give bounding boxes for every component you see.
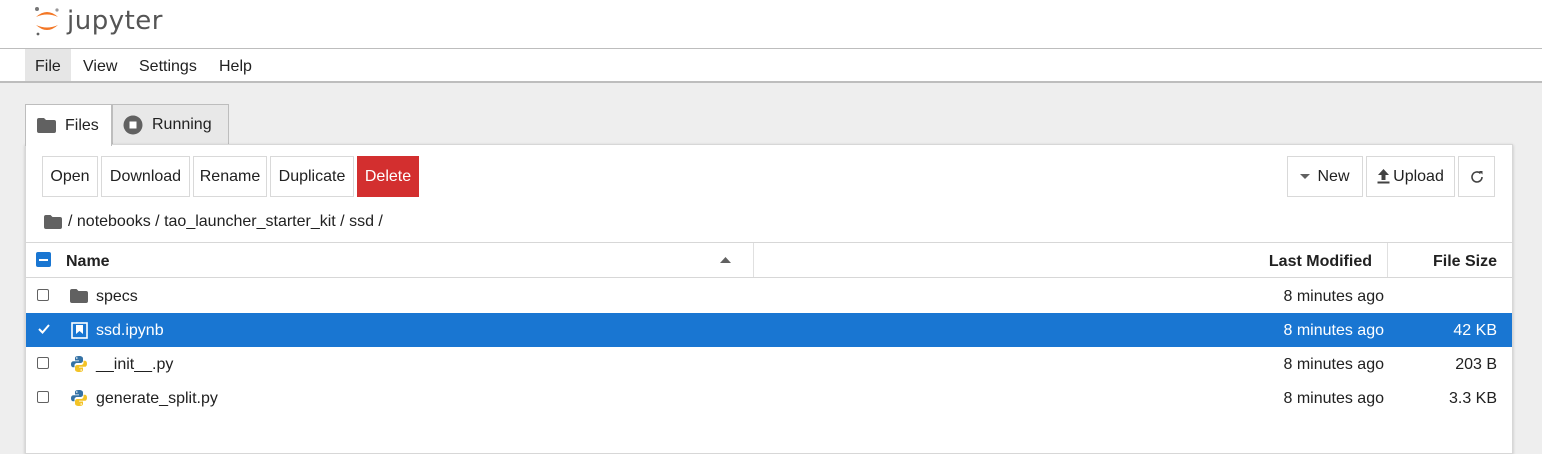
folder-icon [37, 118, 56, 133]
menu-view[interactable]: View [73, 49, 127, 81]
open-button[interactable]: Open [42, 156, 98, 197]
file-size: 42 KB [1453, 322, 1497, 339]
file-row-generate-split-py[interactable]: generate_split.py 8 minutes ago 3.3 KB [26, 381, 1512, 415]
menu-bar: File View Settings Help [0, 49, 1542, 83]
new-button[interactable]: New [1287, 156, 1363, 197]
breadcrumb: / notebooks / tao_launcher_starter_kit /… [44, 210, 383, 234]
breadcrumb-tao-launcher-starter-kit[interactable]: tao_launcher_starter_kit [164, 213, 336, 231]
file-name[interactable]: generate_split.py [96, 381, 218, 417]
folder-icon [70, 287, 88, 305]
file-name[interactable]: specs [96, 279, 138, 315]
upload-icon [1377, 169, 1390, 184]
jupyter-logo-icon [35, 7, 59, 36]
breadcrumb-separator: / [335, 213, 350, 230]
name-column-header[interactable]: Name [66, 243, 110, 277]
duplicate-button[interactable]: Duplicate [270, 156, 354, 197]
caret-down-icon [1300, 173, 1311, 179]
tab-running-label: Running [152, 116, 212, 133]
file-row-specs[interactable]: specs 8 minutes ago [26, 279, 1512, 313]
stop-circle-icon [123, 115, 143, 135]
breadcrumb-separator: / [68, 213, 77, 230]
tab-running[interactable]: Running [112, 104, 229, 145]
breadcrumb-ssd[interactable]: ssd [349, 213, 374, 231]
upload-button-label: Upload [1393, 167, 1444, 185]
notebook-icon [70, 321, 88, 339]
top-header: jupyter [0, 0, 1542, 49]
download-button[interactable]: Download [101, 156, 190, 197]
python-icon [70, 355, 88, 373]
file-row-init-py[interactable]: __init__.py 8 minutes ago 203 B [26, 347, 1512, 381]
file-size: 203 B [1455, 356, 1497, 373]
file-size-column-header[interactable]: File Size [1433, 243, 1497, 277]
breadcrumb-separator: / [150, 213, 165, 230]
breadcrumb-notebooks[interactable]: notebooks [77, 213, 151, 231]
row-checkbox-checked[interactable] [37, 322, 51, 336]
tab-files[interactable]: Files [25, 104, 112, 146]
breadcrumb-separator: / [373, 213, 383, 230]
select-all-checkbox[interactable] [36, 252, 51, 267]
logo-text: jupyter [67, 6, 163, 36]
column-divider [753, 243, 754, 277]
new-button-label: New [1317, 167, 1350, 185]
delete-button[interactable]: Delete [357, 156, 419, 197]
rename-button[interactable]: Rename [193, 156, 267, 197]
python-icon [70, 389, 88, 407]
jupyter-logo[interactable]: jupyter [33, 5, 163, 37]
file-modified: 8 minutes ago [1283, 288, 1384, 305]
menu-file[interactable]: File [25, 49, 71, 81]
row-checkbox[interactable] [37, 391, 49, 403]
refresh-button[interactable] [1458, 156, 1495, 197]
file-modified: 8 minutes ago [1283, 356, 1384, 373]
upload-button[interactable]: Upload [1366, 156, 1455, 197]
row-checkbox[interactable] [37, 289, 49, 301]
menu-help[interactable]: Help [209, 49, 262, 81]
file-modified: 8 minutes ago [1283, 322, 1384, 339]
listing-header: Name Last Modified File Size [26, 242, 1512, 278]
last-modified-column-header[interactable]: Last Modified [1269, 243, 1372, 277]
row-checkbox[interactable] [37, 357, 49, 369]
file-row-ssd-ipynb[interactable]: ssd.ipynb 8 minutes ago 42 KB [26, 313, 1512, 347]
file-name[interactable]: ssd.ipynb [96, 313, 164, 349]
menu-settings[interactable]: Settings [129, 49, 207, 81]
file-name[interactable]: __init__.py [96, 347, 173, 383]
file-size: 3.3 KB [1448, 390, 1497, 407]
file-modified: 8 minutes ago [1283, 390, 1384, 407]
column-divider [1387, 243, 1388, 277]
refresh-icon [1470, 170, 1483, 183]
tab-files-label: Files [65, 116, 99, 134]
root-folder-icon[interactable] [44, 215, 62, 229]
sort-ascending-icon[interactable] [720, 257, 731, 263]
